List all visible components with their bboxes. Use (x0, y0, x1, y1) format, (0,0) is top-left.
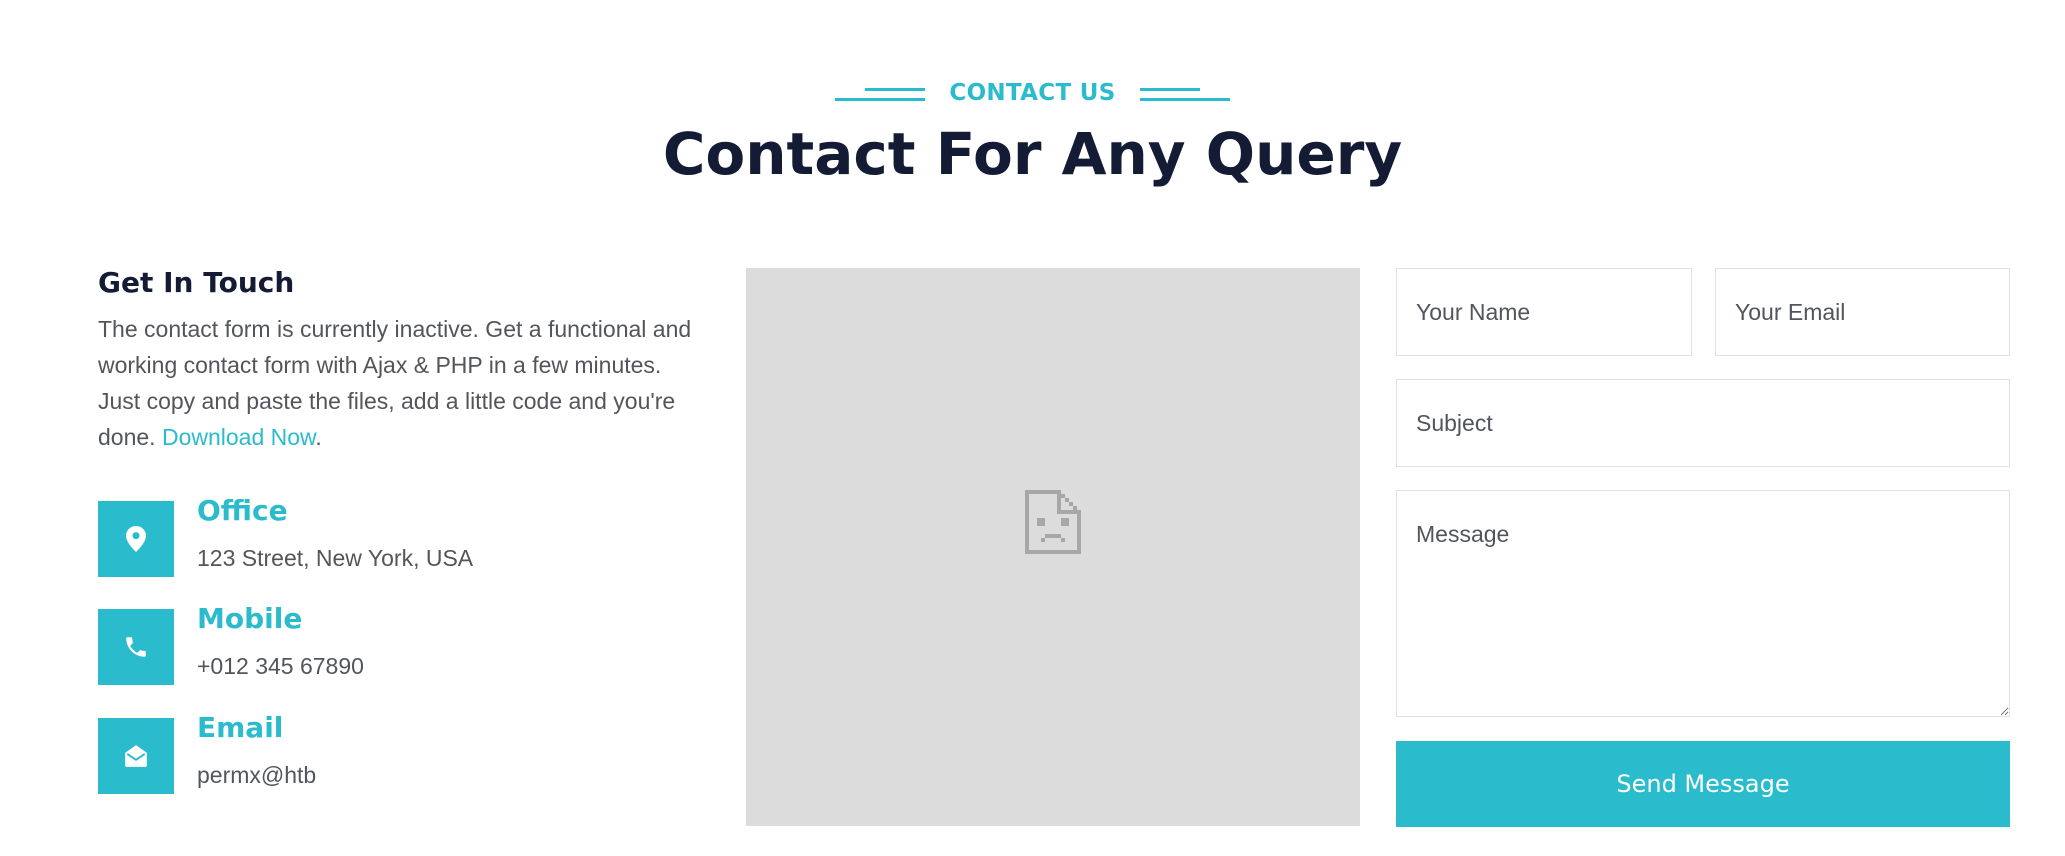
name-input[interactable] (1396, 268, 1692, 356)
email-input[interactable] (1715, 268, 2010, 356)
envelope-open-icon (125, 745, 147, 767)
mobile-number: +012 345 67890 (197, 653, 364, 679)
office-title: Office (197, 494, 288, 527)
email-title: Email (197, 711, 284, 744)
eyebrow-line-left (835, 86, 926, 101)
eyebrow-line-right (1139, 86, 1230, 101)
email-icon-box (98, 718, 174, 794)
office-address: 123 Street, New York, USA (197, 545, 474, 571)
mobile-icon-box (98, 609, 174, 685)
phone-icon (126, 637, 146, 657)
section-header: CONTACT US Contact For Any Query (0, 80, 2065, 188)
get-in-touch-title: Get In Touch (98, 266, 295, 299)
download-now-link[interactable]: Download Now (162, 424, 315, 450)
subject-input[interactable] (1396, 379, 2010, 467)
get-in-touch-description: The contact form is currently inactive. … (98, 311, 708, 455)
section-eyebrow: CONTACT US (835, 80, 1230, 106)
description-suffix: . (315, 424, 322, 450)
map-frame[interactable] (746, 268, 1360, 826)
message-textarea[interactable] (1396, 490, 2010, 717)
office-icon-box (98, 501, 174, 577)
eyebrow-label: CONTACT US (949, 80, 1116, 106)
map-marker-icon (126, 526, 146, 552)
page-title: Contact For Any Query (662, 120, 1403, 188)
mobile-title: Mobile (197, 602, 303, 635)
send-message-button[interactable]: Send Message (1396, 741, 2010, 827)
email-address: permx@htb (197, 762, 317, 788)
email-info: Email permx@htb (98, 711, 698, 794)
get-in-touch: Get In Touch The contact form is current… (98, 266, 708, 455)
mobile-info: Mobile +012 345 67890 (98, 602, 698, 685)
office-info: Office 123 Street, New York, USA (98, 494, 698, 577)
broken-page-icon (1025, 490, 1081, 554)
